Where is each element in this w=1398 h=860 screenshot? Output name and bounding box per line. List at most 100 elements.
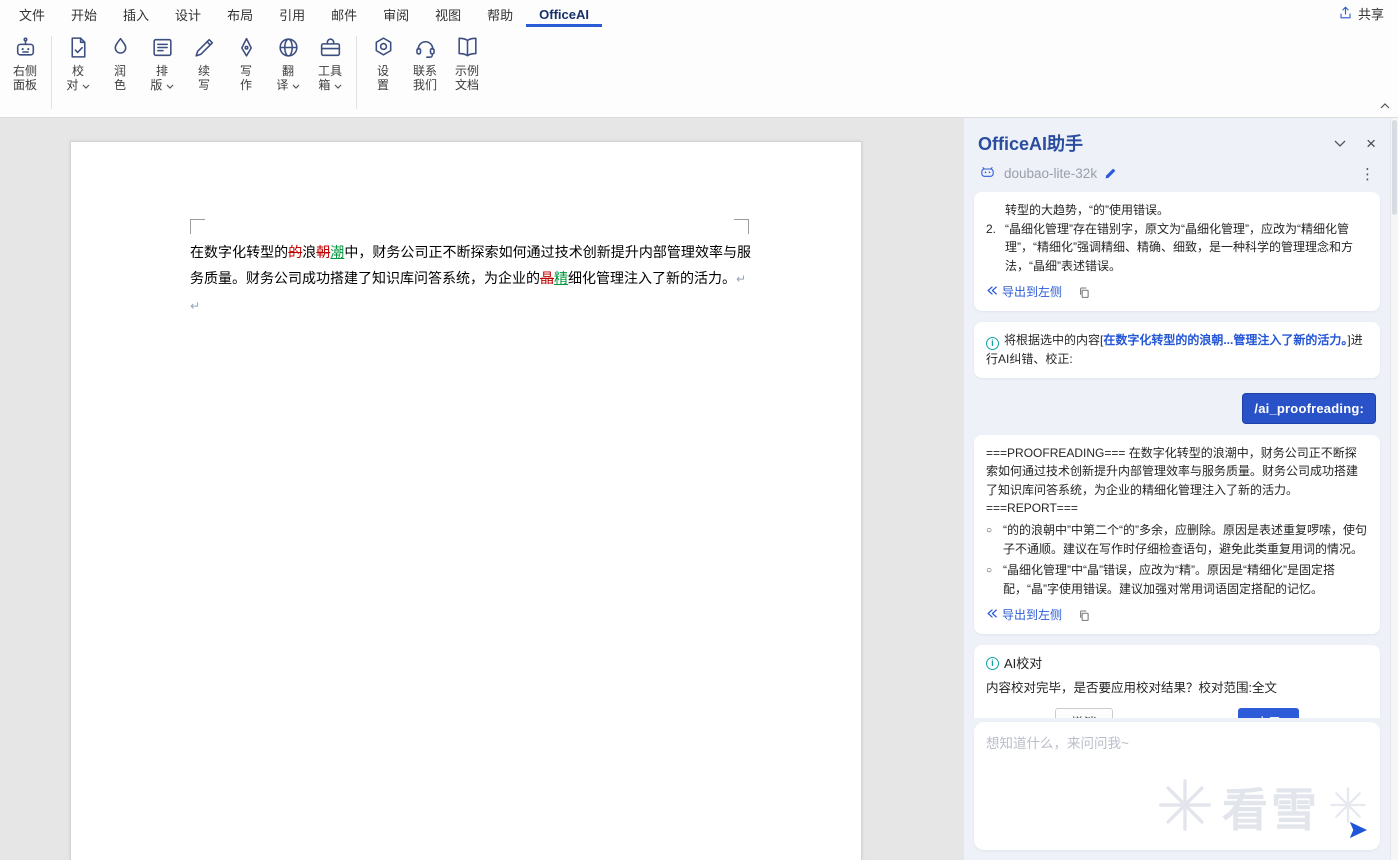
model-name[interactable]: doubao-lite-32k (1004, 166, 1097, 181)
window-scrollbar[interactable] (1390, 118, 1398, 860)
menu-tab-references[interactable]: 引用 (266, 0, 318, 27)
menu-tab-file[interactable]: 文件 (6, 0, 58, 27)
apply-button[interactable]: 应用 (1237, 708, 1299, 718)
report-bullet: ○ “的的浪朝中”中第二个“的”多余，应删除。原因是表述重复啰嗦，使句子不通顺。建… (986, 521, 1368, 558)
ribbon-button-settings[interactable]: 设置 (362, 30, 404, 115)
ribbon-button-translate[interactable]: 翻译 (267, 30, 309, 115)
ribbon-button-toolbox[interactable]: 工具箱 (309, 30, 351, 115)
selected-content-text: 在数字化转型的的浪朝...管理注入了新的活力。 (1103, 332, 1348, 347)
ribbon-button-label: 润色 (113, 64, 126, 92)
bullet-icon: ○ (986, 565, 993, 577)
list-item-text: “晶细化管理”存在错别字，原文为“晶细化管理”，应改为“精细化管理”，“精细化”… (1005, 221, 1353, 273)
undo-button[interactable]: 撤消 (1055, 708, 1113, 718)
toolbox-icon (318, 32, 343, 62)
collapse-ribbon-icon[interactable] (1380, 96, 1390, 114)
ribbon-button-polish[interactable]: 润色 (99, 30, 141, 115)
message-text: 转型的大趋势，“的”使用错误。 (1005, 203, 1169, 217)
globe-icon (276, 32, 301, 62)
menu-tab-mailings[interactable]: 邮件 (318, 0, 370, 27)
ribbon-button-proofread[interactable]: 校对 (57, 30, 99, 115)
ribbon-button-continue-writing[interactable]: 续写 (183, 30, 225, 115)
application-window: 文件 开始 插入 设计 布局 引用 邮件 审阅 视图 帮助 OfficeAI 共享 右侧 面板 校对 润… (0, 0, 1398, 860)
bullet-icon: ○ (986, 524, 993, 536)
scrollbar-thumb[interactable] (1392, 120, 1397, 215)
menu-tab-insert[interactable]: 插入 (110, 0, 162, 27)
model-selector-row: doubao-lite-32k ⋮ (964, 160, 1390, 192)
ribbon-button-right-panel[interactable]: 右侧 面板 (4, 30, 46, 115)
ribbon-button-sample-doc[interactable]: 示例 文档 (446, 30, 488, 115)
body-text: 在数字化转型的 (190, 244, 289, 260)
droplet-icon (108, 32, 133, 62)
copy-icon[interactable] (1078, 286, 1090, 299)
ai-proofread-confirm-card: i AI校对 内容校对完毕，是否要应用校对结果？校对范围:全文 撤消 应用 (974, 644, 1380, 718)
menu-tab-home[interactable]: 开始 (58, 0, 110, 27)
chevron-down-icon[interactable] (1334, 140, 1346, 147)
proofreading-bullets: ○ “的的浪朝中”中第二个“的”多余，应删除。原因是表述重复啰嗦，使句子不通顺。建… (986, 521, 1368, 598)
ribbon-button-label: 联系 我们 (412, 64, 437, 92)
export-icon (986, 606, 998, 625)
export-to-left-button[interactable]: 导出到左侧 (986, 606, 1062, 625)
menu-tab-officeai[interactable]: OfficeAI (526, 0, 602, 27)
chat-input[interactable] (986, 732, 1368, 816)
edit-model-icon[interactable] (1104, 167, 1117, 180)
confirm-body: 内容校对完毕，是否要应用校对结果？校对范围:全文 (986, 681, 1277, 696)
share-label: 共享 (1357, 7, 1384, 22)
menu-tab-page-layout[interactable]: 布局 (214, 0, 266, 27)
deleted-text: 的 (288, 244, 303, 260)
ribbon-button-typeset[interactable]: 排版 (141, 30, 183, 115)
menu-tab-help[interactable]: 帮助 (474, 0, 526, 27)
assistant-message-notice: i 将根据选中的内容[在数字化转型的的浪朝...管理注入了新的活力。]进行AI纠错… (974, 321, 1380, 378)
ribbon-button-label: 续写 (197, 64, 210, 92)
headset-icon (413, 32, 438, 62)
report-bullet: ○ “晶细化管理”中“晶”错误，应改为“精”。原因是“精细化”是固定搭配，“晶”字… (986, 561, 1368, 598)
paragraph-mark: ↵ (190, 299, 201, 313)
doc-check-icon (66, 32, 91, 62)
export-icon (986, 283, 998, 302)
more-options-icon[interactable]: ⋮ (1360, 165, 1376, 183)
inserted-text: 精 (554, 270, 568, 286)
panel-title: OfficeAI助手 (978, 134, 1084, 154)
info-icon: i (986, 336, 999, 350)
menubar-tabs: 文件 开始 插入 设计 布局 引用 邮件 审阅 视图 帮助 OfficeAI (6, 0, 602, 27)
share-icon (1338, 5, 1353, 23)
ribbon-button-label: 翻译 (276, 64, 300, 92)
officeai-panel: OfficeAI助手 × doubao-lite-32k ⋮ 转型的大趋势，“的… (964, 118, 1390, 860)
ribbon-button-writing[interactable]: 写作 (225, 30, 267, 115)
chat-input-card (974, 722, 1380, 850)
body-text: 细化管理注入了新的活力。 (568, 270, 736, 286)
menu-tab-view[interactable]: 视图 (422, 0, 474, 27)
share-button[interactable]: 共享 (1338, 0, 1398, 27)
copy-icon[interactable] (1078, 609, 1090, 622)
chevron-down-icon (334, 78, 342, 92)
margin-mark-top-right (734, 219, 749, 234)
ribbon-button-label: 排版 (150, 64, 174, 92)
paragraph-mark: ↵ (736, 272, 747, 286)
close-icon[interactable]: × (1366, 135, 1376, 152)
export-to-left-button[interactable]: 导出到左侧 (986, 283, 1062, 302)
send-icon[interactable] (1348, 821, 1368, 844)
ribbon: 右侧 面板 校对 润色排版 续写 写作翻译 工具箱 设置联系 我们 示例 文档 (0, 27, 1398, 118)
document-paragraph: 在数字化转型的的浪朝潮中，财务公司正不断探索如何通过技术创新提升内部管理效率与服… (190, 239, 751, 292)
menu-tab-review[interactable]: 审阅 (370, 0, 422, 27)
info-icon: i (986, 657, 999, 671)
assistant-message-history: 转型的大趋势，“的”使用错误。 2. “晶细化管理”存在错别字，原文为“晶细化管… (974, 192, 1380, 311)
gear-icon (371, 32, 396, 62)
inserted-text: 潮 (330, 244, 345, 260)
document-page[interactable]: 在数字化转型的的浪朝潮中，财务公司正不断探索如何通过技术创新提升内部管理效率与服… (70, 141, 862, 860)
robot-icon (13, 32, 38, 62)
margin-mark-top-left (190, 219, 205, 234)
deleted-text: 朝 (316, 244, 331, 260)
user-command-bubble[interactable]: /ai_proofreading: (1242, 392, 1376, 424)
chevron-down-icon (166, 78, 174, 92)
ribbon-button-contact-us[interactable]: 联系 我们 (404, 30, 446, 115)
document-text[interactable]: 在数字化转型的的浪朝潮中，财务公司正不断探索如何通过技术创新提升内部管理效率与服… (190, 239, 751, 319)
list-number: 2. (986, 221, 997, 236)
robot-icon (978, 163, 997, 184)
chevron-down-icon (82, 78, 90, 92)
menu-tab-design[interactable]: 设计 (162, 0, 214, 27)
chat-area[interactable]: 转型的大趋势，“的”使用错误。 2. “晶细化管理”存在错别字，原文为“晶细化管… (964, 192, 1390, 718)
notice-prefix: 将根据选中的内容[ (1004, 332, 1104, 347)
pen-icon (234, 32, 259, 62)
document-area[interactable]: 在数字化转型的的浪朝潮中，财务公司正不断探索如何通过技术创新提升内部管理效率与服… (0, 118, 964, 860)
bullet-text: “的的浪朝中”中第二个“的”多余，应删除。原因是表述重复啰嗦，使句子不通顺。建议… (1003, 522, 1367, 556)
